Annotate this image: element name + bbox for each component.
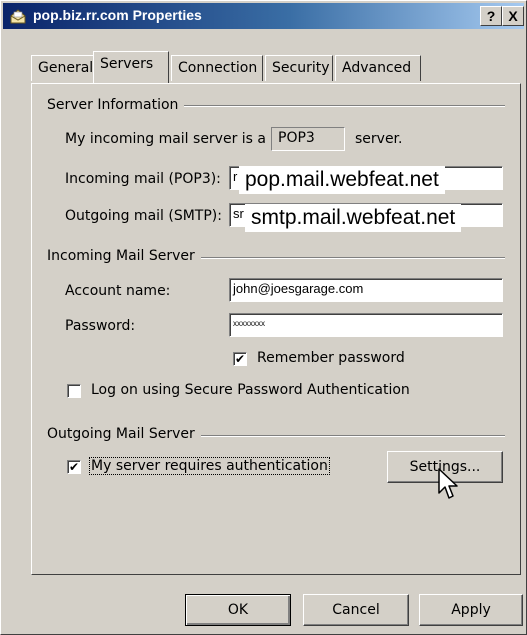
spa-label: Log on using Secure Password Authenticat… bbox=[91, 382, 410, 398]
title-bar[interactable]: pop.biz.rr.com Properties ? X bbox=[3, 3, 524, 29]
close-button[interactable]: X bbox=[502, 6, 524, 26]
mail-account-icon bbox=[10, 9, 26, 24]
tab-servers[interactable]: Servers bbox=[93, 51, 169, 83]
account-name-input[interactable]: john@joesgarage.com bbox=[229, 278, 503, 302]
properties-dialog: pop.biz.rr.com Properties ? X General Se… bbox=[0, 0, 527, 635]
incoming-type-prefix: My incoming mail server is a bbox=[65, 131, 267, 147]
outgoing-server-overlay: smtp.mail.webfeat.net bbox=[245, 204, 462, 232]
cancel-button[interactable]: Cancel bbox=[303, 594, 409, 626]
server-info-heading: Server Information bbox=[47, 97, 185, 113]
outgoing-mail-label: Outgoing mail (SMTP): bbox=[65, 208, 222, 224]
window-title: pop.biz.rr.com Properties bbox=[33, 7, 202, 23]
incoming-server-heading: Incoming Mail Server bbox=[47, 248, 201, 264]
password-input[interactable]: xxxxxxxx bbox=[229, 313, 503, 337]
tab-advanced[interactable]: Advanced bbox=[335, 55, 421, 81]
requires-auth-checkbox[interactable]: ✔ bbox=[67, 460, 81, 474]
apply-button[interactable]: Apply bbox=[419, 594, 523, 626]
tab-connection[interactable]: Connection bbox=[171, 55, 263, 81]
requires-auth-label: My server requires authentication bbox=[89, 457, 330, 475]
incoming-server-overlay: pop.mail.webfeat.net bbox=[239, 166, 445, 194]
help-button[interactable]: ? bbox=[480, 6, 502, 26]
account-name-label: Account name: bbox=[65, 283, 171, 299]
tab-security[interactable]: Security bbox=[265, 55, 333, 81]
incoming-mail-label: Incoming mail (POP3): bbox=[65, 171, 221, 187]
incoming-type-suffix: server. bbox=[355, 131, 403, 147]
remember-password-label: Remember password bbox=[257, 350, 405, 366]
remember-password-checkbox[interactable]: ✔ bbox=[233, 352, 247, 366]
tab-general[interactable]: General bbox=[31, 55, 95, 81]
incoming-server-type: POP3 bbox=[271, 127, 345, 151]
mouse-pointer-icon bbox=[438, 468, 458, 499]
spa-checkbox[interactable] bbox=[67, 384, 81, 398]
outgoing-server-heading: Outgoing Mail Server bbox=[47, 426, 201, 442]
ok-button[interactable]: OK bbox=[185, 594, 291, 626]
password-label: Password: bbox=[65, 318, 136, 334]
